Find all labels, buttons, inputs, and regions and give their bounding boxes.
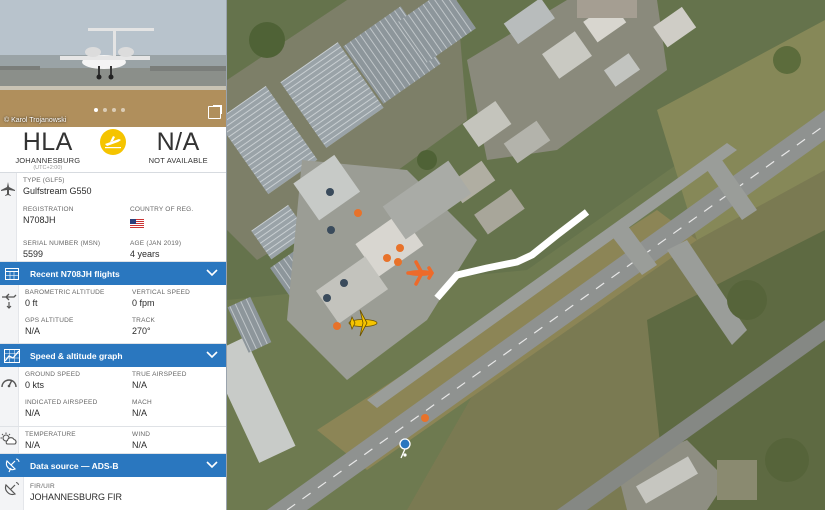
true-airspeed-label: TRUE AIRSPEED	[132, 371, 187, 378]
origin-timezone: (UTC+2:00)	[33, 165, 63, 171]
calendar-icon	[0, 267, 24, 280]
flight-info-panel: © Karol Trojanowski HLA JOHANNESBURG (UT…	[0, 0, 227, 510]
recent-flights-bar[interactable]: Recent N708JH flights	[0, 262, 226, 285]
data-source-label: Data source — ADS-B	[30, 460, 119, 471]
fir-value: JOHANNESBURG FIR	[30, 492, 123, 502]
weather-section: TEMPERATURE N/A WIND N/A	[0, 427, 226, 454]
gps-altitude-value: N/A	[25, 326, 41, 336]
data-source-bar[interactable]: Data source — ADS-B	[0, 454, 226, 477]
track-value: 270°	[132, 326, 151, 336]
destination-city: NOT AVAILABLE	[148, 156, 208, 165]
graph-icon	[0, 348, 24, 363]
aircraft-photo[interactable]: © Karol Trojanowski	[0, 0, 226, 127]
gps-altitude-label: GPS ALTITUDE	[25, 317, 74, 324]
destination-airport[interactable]: N/A NOT AVAILABLE	[130, 127, 226, 165]
chevron-down-icon[interactable]	[206, 350, 218, 360]
true-airspeed-value: N/A	[132, 380, 148, 390]
origin-code: HLA	[22, 128, 73, 156]
age-label: AGE (JAN 2019)	[130, 240, 182, 247]
aircraft-section: TYPE (GLF5) Gulfstream G550 REGISTRATION…	[0, 173, 226, 262]
chevron-down-icon[interactable]	[206, 460, 218, 470]
weather-icon	[0, 427, 19, 453]
serial-label: SERIAL NUMBER (MSN)	[23, 240, 101, 247]
ground-speed-label: GROUND SPEED	[25, 371, 81, 378]
vertical-speed-label: VERTICAL SPEED	[132, 289, 191, 296]
indicated-airspeed-label: INDICATED AIRSPEED	[25, 399, 98, 406]
photo-pager-dot[interactable]	[121, 108, 125, 112]
photo-pager-dot[interactable]	[103, 108, 107, 112]
origin-airport[interactable]: HLA JOHANNESBURG (UTC+2:00)	[0, 127, 96, 171]
age-value: 4 years	[130, 249, 160, 259]
mach-label: MACH	[132, 399, 152, 406]
us-flag-icon	[130, 219, 144, 228]
speedometer-icon	[0, 367, 19, 426]
photo-pager-dot[interactable]	[112, 108, 116, 112]
photo-pager-dot[interactable]	[94, 108, 98, 112]
speed-altitude-graph-bar[interactable]: Speed & altitude graph	[0, 344, 226, 367]
departure-plane-icon	[100, 129, 126, 155]
wind-label: WIND	[132, 431, 151, 438]
type-value: Gulfstream G550	[23, 186, 92, 196]
fir-section: FIR/UIR JOHANNESBURG FIR	[0, 477, 226, 510]
recent-flights-label: Recent N708JH flights	[30, 268, 120, 279]
photo-pager[interactable]	[94, 108, 125, 112]
temperature-value: N/A	[25, 440, 41, 450]
country-label: COUNTRY OF REG.	[130, 206, 194, 213]
satellite-map[interactable]	[227, 0, 825, 510]
map-canvas	[227, 0, 825, 510]
altitude-section: BAROMETRIC ALTITUDE 0 ft VERTICAL SPEED …	[0, 285, 226, 344]
indicated-airspeed-value: N/A	[25, 408, 41, 418]
route-header: HLA JOHANNESBURG (UTC+2:00) N/A NOT AVAI…	[0, 127, 226, 173]
registration-value: N708JH	[23, 215, 56, 225]
ground-speed-value: 0 kts	[25, 380, 45, 390]
photo-credit: © Karol Trojanowski	[4, 117, 67, 124]
serial-value: 5599	[23, 249, 44, 259]
expand-photo-icon[interactable]	[208, 105, 222, 119]
aircraft-icon	[0, 173, 17, 261]
speed-section: GROUND SPEED 0 kts TRUE AIRSPEED N/A IND…	[0, 367, 226, 427]
altitude-icon	[0, 285, 19, 343]
antenna-icon	[0, 458, 24, 473]
vertical-speed-value: 0 fpm	[132, 298, 155, 308]
destination-code: N/A	[156, 128, 200, 156]
baro-altitude-value: 0 ft	[25, 298, 38, 308]
type-label: TYPE (GLF5)	[23, 177, 65, 184]
radar-dish-icon	[0, 477, 24, 510]
fir-label: FIR/UIR	[30, 483, 55, 490]
registration-label: REGISTRATION	[23, 206, 74, 213]
wind-value: N/A	[132, 440, 148, 450]
track-label: TRACK	[132, 317, 156, 324]
chevron-down-icon[interactable]	[206, 268, 218, 278]
mach-value: N/A	[132, 408, 148, 418]
speed-altitude-graph-label: Speed & altitude graph	[30, 350, 123, 361]
origin-city: JOHANNESBURG	[15, 156, 81, 165]
baro-altitude-label: BAROMETRIC ALTITUDE	[25, 289, 105, 296]
temperature-label: TEMPERATURE	[25, 431, 76, 438]
